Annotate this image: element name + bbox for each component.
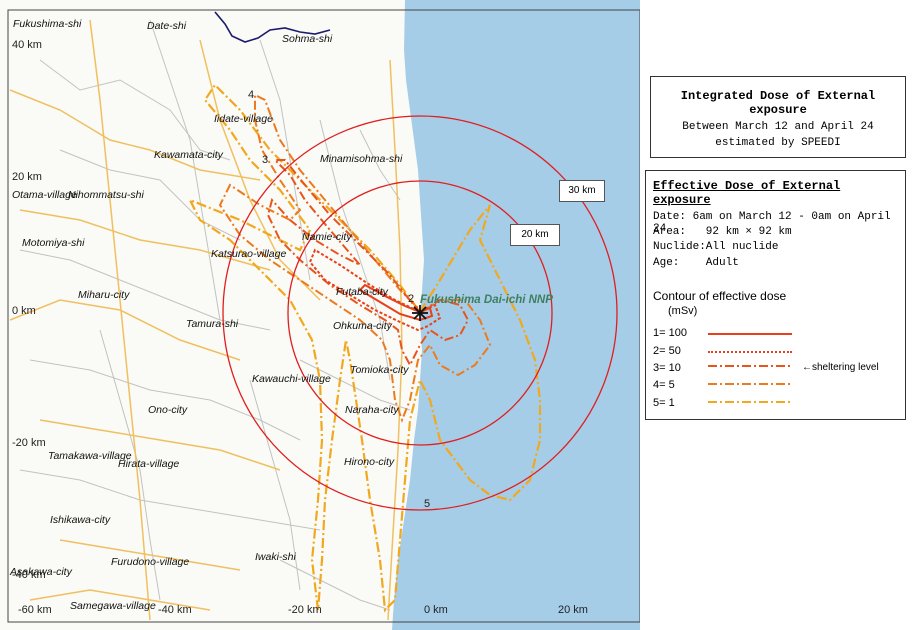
place-label: Naraha-city <box>345 404 399 416</box>
legend-level-3: 3= 10 <box>653 362 681 374</box>
plant-label: Fukushima Dai-ichi NNP <box>420 294 553 306</box>
x-label-minus40km: -40 km <box>158 604 192 616</box>
place-label: Nihommatsu-shi <box>68 189 145 201</box>
x-label-0km: 0 km <box>424 604 448 616</box>
x-label-minus60km: -60 km <box>18 604 52 616</box>
contour-label-4: 4 <box>248 89 254 101</box>
x-label-20km: 20 km <box>558 604 588 616</box>
place-label: Ono-city <box>148 404 188 416</box>
legend-level-4: 4= 5 <box>653 379 675 391</box>
place-label: Tomioka-city <box>350 364 409 376</box>
place-label: Sohma-shi <box>282 33 333 45</box>
place-label: Hirono-city <box>344 456 395 468</box>
legend-level-2: 2= 50 <box>653 345 681 357</box>
place-label: Hirata-village <box>118 458 179 470</box>
dose-map: 4 3 2 5 Fukushima Dai-ichi NNP 40 km 20 … <box>0 0 640 630</box>
legend-level-5: 5= 1 <box>653 397 675 409</box>
legend-swatch-3 <box>708 365 792 367</box>
legend-area: Area: 92 km × 92 km <box>653 226 792 238</box>
legend-swatch-2 <box>708 351 792 353</box>
place-label: Iidate-village <box>214 113 273 125</box>
place-label: Asakawa-city <box>9 566 73 578</box>
place-label: Ishikawa-city <box>50 514 111 526</box>
map-source: estimated by SPEEDI <box>715 137 841 149</box>
place-label: Iwaki-shi <box>255 551 297 563</box>
place-label: Furudono-village <box>111 556 189 568</box>
sea-area <box>392 0 640 630</box>
legend-swatch-5 <box>708 401 792 403</box>
place-label: Motomiya-shi <box>22 237 85 249</box>
y-label-minus20km: -20 km <box>12 437 46 449</box>
legend-swatch-1 <box>708 333 792 335</box>
x-label-minus20km: -20 km <box>288 604 322 616</box>
place-label: Fukushima-shi <box>13 18 82 30</box>
place-label: Miharu-city <box>78 289 130 301</box>
plant-marker <box>412 305 428 321</box>
callout-20km: 20 km <box>510 224 560 246</box>
legend-swatch-4 <box>708 383 792 385</box>
legend-nuclide: Nuclide:All nuclide <box>653 241 779 253</box>
place-label: Date-shi <box>147 20 187 32</box>
contour-label-3: 3 <box>262 154 268 166</box>
place-label: Futaba-city <box>336 286 389 298</box>
map-title: Integrated Dose of External exposure <box>680 89 876 117</box>
map-period: Between March 12 and April 24 <box>682 121 874 133</box>
legend-contour-title: Contour of effective dose <box>653 289 787 303</box>
map-title-box: Integrated Dose of External exposure Bet… <box>650 76 906 158</box>
legend-age: Age: Adult <box>653 257 739 269</box>
legend-level-1: 1= 100 <box>653 327 687 339</box>
legend-contour-unit: (mSv) <box>668 305 698 317</box>
contour-label-5: 5 <box>424 498 430 510</box>
place-label: Samegawa-village <box>70 600 156 612</box>
place-label: Kawauchi-village <box>252 373 331 385</box>
legend-box: Effective Dose of External exposure Date… <box>645 170 906 420</box>
place-label: Ohkuma-city <box>333 320 393 332</box>
y-label-40km: 40 km <box>12 39 42 51</box>
callout-30km: 30 km <box>559 180 605 202</box>
place-label: Katsurao-village <box>211 248 286 260</box>
place-label: Namie-city <box>302 231 352 243</box>
y-label-20km: 20 km <box>12 171 42 183</box>
place-label: Kawamata-city <box>154 149 224 161</box>
contour-label-2: 2 <box>408 293 414 305</box>
legend-sheltering-note: ←sheltering level <box>802 362 879 373</box>
legend-heading: Effective Dose of External exposure <box>653 179 841 207</box>
y-label-0km: 0 km <box>12 305 36 317</box>
place-label: Tamura-shi <box>186 318 239 330</box>
place-label: Minamisohma-shi <box>320 153 403 165</box>
